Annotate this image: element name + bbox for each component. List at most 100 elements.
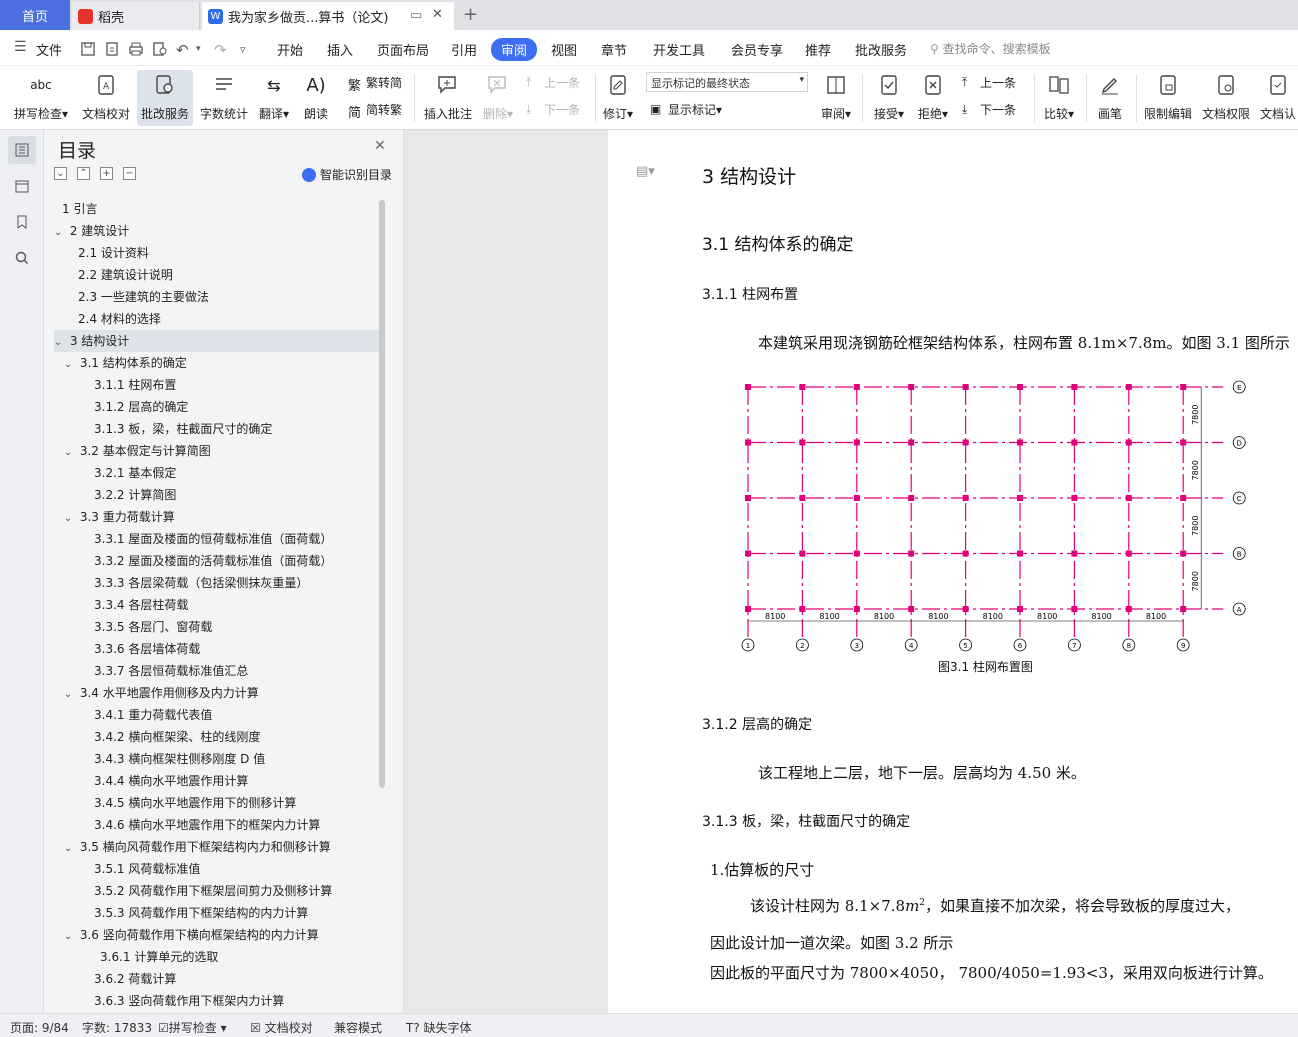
menu-review[interactable]: 审阅 <box>491 38 538 61</box>
toc-item[interactable]: ⌄ 3.6 竖向荷载作用下横向框架结构的内力计算 <box>54 924 379 946</box>
toc-item[interactable]: 3.5.1 风荷载标准值 <box>54 858 379 880</box>
more-quick-icon[interactable]: ▿ <box>240 43 246 56</box>
next-change-button[interactable]: ⤓ 下一条 <box>962 101 1016 118</box>
toc-item[interactable]: ⌄ 3.2 基本假定与计算简图 <box>54 440 379 462</box>
missing-font-status[interactable]: T? 缺失字体 <box>406 1019 472 1036</box>
toc-item[interactable]: 3.2.2 计算简图 <box>54 484 379 506</box>
markup-state-select[interactable]: 显示标记的最终状态 ▾ <box>646 72 808 92</box>
menu-view[interactable]: 视图 <box>551 40 577 59</box>
word-count-button[interactable]: 字数统计 <box>198 70 250 126</box>
toc-item[interactable]: 3.4.4 横向水平地震作用计算 <box>54 770 379 792</box>
menu-page-layout[interactable]: 页面布局 <box>377 40 429 59</box>
new-tab-button[interactable]: + <box>463 4 478 25</box>
chevron-down-icon[interactable]: ⌄ <box>54 222 66 244</box>
collapse-all-icon[interactable]: ⌄ <box>54 167 67 180</box>
toc-item[interactable]: 3.3.7 各层恒荷载标准值汇总 <box>54 660 379 682</box>
pen-button[interactable]: 画笔 <box>1092 70 1128 126</box>
smart-toc-button[interactable]: 智能识别目录 <box>302 166 392 183</box>
toc-item[interactable]: 3.5.2 风荷载作用下框架层间剪力及侧移计算 <box>54 880 379 902</box>
menu-start[interactable]: 开始 <box>277 40 303 59</box>
toc-item[interactable]: 2.4 材料的选择 <box>54 308 379 330</box>
toc-item[interactable]: 3.3.6 各层墙体荷载 <box>54 638 379 660</box>
toc-scrollbar[interactable] <box>379 200 385 788</box>
menu-hamburger-icon[interactable]: ☰ <box>14 39 27 55</box>
to-simplified-button[interactable]: 简 简转繁 <box>348 101 402 121</box>
compat-mode[interactable]: 兼容模式 <box>334 1019 382 1036</box>
pin-icon[interactable]: ▭ <box>410 8 422 23</box>
print-icon[interactable] <box>128 41 144 61</box>
toc-item[interactable]: 3.4.5 横向水平地震作用下的侧移计算 <box>54 792 379 814</box>
find-pane-button[interactable] <box>8 244 36 272</box>
toc-item[interactable]: 2.2 建筑设计说明 <box>54 264 379 286</box>
undo-icon[interactable]: ↶ <box>176 41 189 59</box>
redo-icon[interactable]: ↷ <box>214 41 227 59</box>
toc-item[interactable]: 3.3.1 屋面及楼面的恒荷载标准值（面荷载） <box>54 528 379 550</box>
toc-item[interactable]: 3.3.3 各层梁荷载（包括梁侧抹灰重量） <box>54 572 379 594</box>
review-pane-button[interactable]: 审阅▾ <box>816 70 856 126</box>
close-icon[interactable]: ✕ <box>374 138 386 154</box>
toc-item[interactable]: 3.6.2 荷载计算 <box>54 968 379 990</box>
toc-item[interactable]: 3.3.4 各层柱荷载 <box>54 594 379 616</box>
menu-developer[interactable]: 开发工具 <box>653 40 705 59</box>
toc-item[interactable]: 1 引言 <box>54 198 379 220</box>
doc-cert-button[interactable]: 文档认 <box>1258 70 1298 126</box>
toc-item[interactable]: 3.4.1 重力荷载代表值 <box>54 704 379 726</box>
toc-item[interactable]: ⌄ 3.4 水平地震作用侧移及内力计算 <box>54 682 379 704</box>
chevron-down-icon[interactable]: ⌄ <box>64 684 76 706</box>
chevron-down-icon[interactable]: ⌄ <box>64 508 76 530</box>
word-count-indicator[interactable]: 字数: 17833 <box>82 1019 152 1036</box>
compare-button[interactable]: 比较▾ <box>1040 70 1078 126</box>
tab-document[interactable]: W 我为家乡做贡...算书（论文) ▭ ✕ <box>202 2 454 30</box>
add-heading-icon[interactable]: + <box>100 167 113 180</box>
chevron-down-icon[interactable]: ⌄ <box>64 354 76 376</box>
print-preview-icon[interactable] <box>152 41 168 61</box>
menu-recommend[interactable]: 推荐 <box>805 40 831 59</box>
toc-item[interactable]: 2.1 设计资料 <box>54 242 379 264</box>
toc-item[interactable]: 3.6.1 计算单元的选取 <box>54 946 379 968</box>
track-changes-button[interactable]: 修订▾ <box>600 70 636 126</box>
prev-change-button[interactable]: ⤒ 上一条 <box>962 74 1016 91</box>
page-indicator[interactable]: 页面: 9/84 <box>10 1019 69 1036</box>
spell-check-status[interactable]: ☑拼写检查 ▾ <box>158 1019 227 1036</box>
doc-check-status[interactable]: ☒ 文档校对 <box>250 1019 313 1036</box>
document-page[interactable]: ▤▾ 3 结构设计 3.1 结构体系的确定 3.1.1 柱网布置 本建筑采用现浇… <box>608 130 1298 1013</box>
export-pdf-icon[interactable] <box>104 41 120 61</box>
insert-comment-button[interactable]: 插入批注 <box>422 70 474 126</box>
toc-item[interactable]: ⌄ 2 建筑设计 <box>54 220 379 242</box>
toc-item[interactable]: 2.3 一些建筑的主要做法 <box>54 286 379 308</box>
home-tab[interactable]: 首页 <box>0 0 70 30</box>
next-comment-button[interactable]: ⤓ 下一条 <box>526 101 580 118</box>
chevron-down-icon[interactable]: ⌄ <box>64 926 76 948</box>
toc-item[interactable]: 3.1.2 层高的确定 <box>54 396 379 418</box>
toc-item[interactable]: 3.4.3 横向框架柱侧移刚度 D 值 <box>54 748 379 770</box>
show-markup-button[interactable]: ▣ 显示标记 ▾ <box>650 101 722 118</box>
chevron-down-icon[interactable]: ⌄ <box>54 332 66 354</box>
doc-outline-icon[interactable]: ▤▾ <box>636 164 655 179</box>
doc-permission-button[interactable]: 文档权限 <box>1200 70 1252 126</box>
file-menu[interactable]: 文件 <box>36 40 62 59</box>
menu-member[interactable]: 会员专享 <box>731 40 783 59</box>
prev-comment-button[interactable]: ⤒ 上一条 <box>526 74 580 91</box>
to-traditional-button[interactable]: 繁 繁转简 <box>348 74 402 94</box>
read-aloud-button[interactable]: A) 朗读 <box>300 70 332 126</box>
accept-button[interactable]: 接受▾ <box>870 70 908 126</box>
toc-item[interactable]: 3.5.3 风荷载作用下框架结构的内力计算 <box>54 902 379 924</box>
save-icon[interactable] <box>80 41 96 61</box>
chevron-down-icon[interactable]: ⌄ <box>64 442 76 464</box>
correction-service-button[interactable]: 批改服务 <box>137 70 193 126</box>
toc-item[interactable]: ⌄ 3.5 横向风荷载作用下框架结构内力和侧移计算 <box>54 836 379 858</box>
translate-button[interactable]: ⇆ 翻译▾ <box>256 70 292 126</box>
doc-proofread-button[interactable]: A 文档校对 <box>78 70 134 126</box>
toc-item[interactable]: 3.2.1 基本假定 <box>54 462 379 484</box>
toc-item[interactable]: 3.1.3 板，梁，柱截面尺寸的确定 <box>54 418 379 440</box>
toc-item[interactable]: 3.3.5 各层门、窗荷载 <box>54 616 379 638</box>
spell-check-button[interactable]: abc 拼写检查▾ <box>10 70 72 126</box>
close-tab-icon[interactable]: ✕ <box>432 7 443 22</box>
toc-item[interactable]: ⌄ 3.1 结构体系的确定 <box>54 352 379 374</box>
tab-docer[interactable]: 稻壳 <box>72 2 200 30</box>
toc-item[interactable]: ⌄ 3.3 重力荷载计算 <box>54 506 379 528</box>
toc-pane-button[interactable] <box>8 136 36 164</box>
toc-item[interactable]: 3.4.6 横向水平地震作用下的框架内力计算 <box>54 814 379 836</box>
toc-item[interactable]: 3.6.3 竖向荷载作用下框架内力计算 <box>54 990 379 1006</box>
reject-button[interactable]: 拒绝▾ <box>914 70 952 126</box>
